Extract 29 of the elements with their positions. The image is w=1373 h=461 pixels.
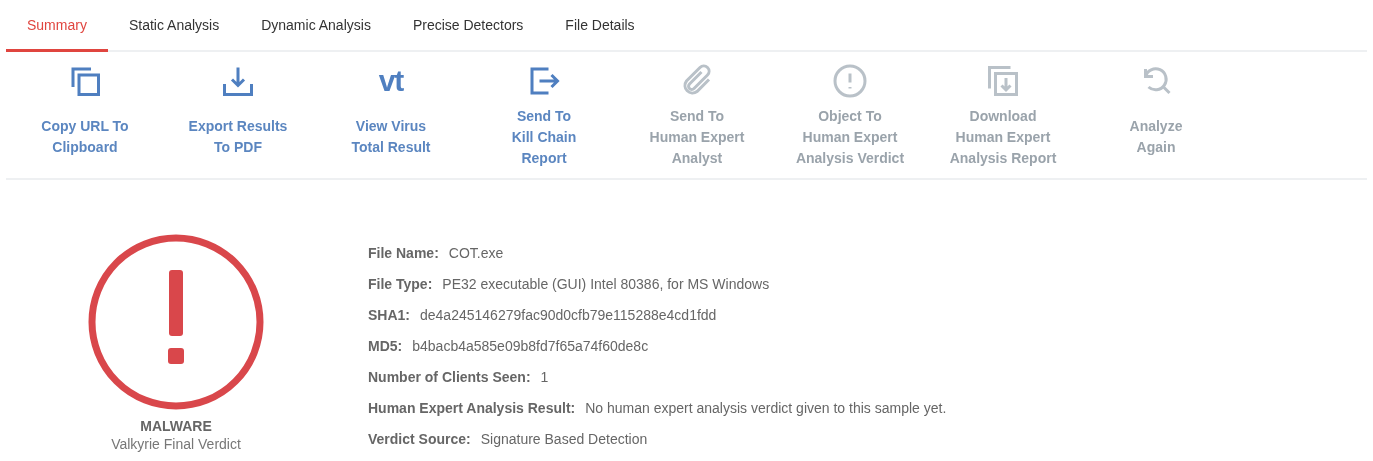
detail-value: 1 <box>540 368 549 386</box>
toolbar-button[interactable]: Send To Kill Chain Report <box>469 52 619 178</box>
toolbar-button[interactable]: Export Results To PDF <box>163 52 313 178</box>
tab[interactable]: Dynamic Analysis <box>240 0 392 52</box>
detail-label: MD5: <box>368 337 403 355</box>
detail-label: SHA1: <box>368 306 410 324</box>
download-copy-icon <box>985 63 1021 99</box>
detail-label: File Type: <box>368 275 433 293</box>
virustotal-logo: vt <box>378 64 404 98</box>
detail-label: File Name: <box>368 244 439 262</box>
detail-value: No human expert analysis verdict given to this sample yet. <box>585 399 947 417</box>
detail-value: Signature Based Detection <box>480 430 648 448</box>
tab[interactable]: Precise Detectors <box>391 0 545 52</box>
tab[interactable]: File Details <box>544 0 656 52</box>
alert-icon <box>86 232 266 412</box>
detail-label: Human Expert Analysis Result: <box>368 399 576 417</box>
detail-value: COT.exe <box>448 244 504 262</box>
toolbar-button[interactable]: vt View Virus Total Result <box>316 52 466 178</box>
detail-value: b4bacb4a585e09b8fd7f65a74f60de8c <box>412 337 649 355</box>
tab[interactable]: Summary <box>6 0 108 52</box>
detail-label: Verdict Source: <box>368 430 471 448</box>
verdict-label: MALWARE <box>140 418 212 434</box>
toolbar-button[interactable]: Copy URL To Clipboard <box>10 52 160 178</box>
verdict-caption: Valkyrie Final Verdict <box>111 436 241 452</box>
alert-icon <box>832 63 868 99</box>
detail-value: PE32 executable (GUI) Intel 80386, for MS Windows <box>442 275 770 293</box>
detail-label: Number of Clients Seen: <box>368 368 531 386</box>
detail-value: de4a245146279fac90d0cfb79e115288e4cd1fdd <box>420 306 717 324</box>
tab[interactable]: Static Analysis <box>107 0 241 52</box>
